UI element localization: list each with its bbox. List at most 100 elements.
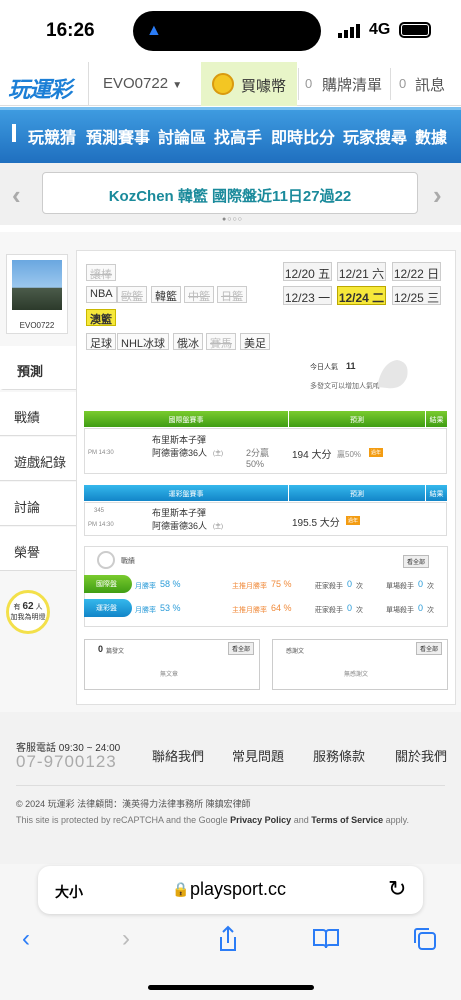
chip-american-football[interactable]: 美足 bbox=[240, 333, 270, 350]
tabs-icon[interactable] bbox=[412, 926, 438, 952]
lottery-team2: 阿德雷德36人 bbox=[152, 521, 208, 531]
followers-count: 62 bbox=[22, 601, 34, 612]
chip-tab[interactable]: 讓棒 bbox=[86, 264, 116, 281]
date-1220[interactable]: 12/20 五 bbox=[283, 262, 332, 281]
signal-icon bbox=[338, 24, 360, 38]
menu-item-livescore[interactable]: 即時比分 bbox=[271, 124, 335, 148]
stats-intl-zk-label: 莊家殺手 bbox=[315, 583, 343, 590]
tab-game-history[interactable]: 遊戲紀錄 bbox=[0, 437, 76, 481]
lottery-result-header: 結果 bbox=[426, 485, 447, 501]
intl-spread: 2分贏 bbox=[246, 448, 270, 458]
message-count: 0 bbox=[399, 76, 407, 91]
stats-intl-zk-unit: 次 bbox=[356, 583, 363, 590]
followers-prefix: 有 bbox=[13, 604, 21, 611]
date-1224[interactable]: 12/24 二 bbox=[337, 286, 386, 305]
share-icon[interactable] bbox=[216, 925, 240, 953]
prediction-panel bbox=[76, 250, 456, 705]
banner-text: KozChen 韓籃 國際盤近11日27過22 bbox=[108, 188, 352, 205]
date-1225[interactable]: 12/25 三 bbox=[392, 286, 441, 305]
carousel-dots: ●○○○ bbox=[222, 216, 243, 223]
url-text[interactable]: playsport.cc bbox=[190, 879, 286, 900]
menu-item-predict[interactable]: 預測賽事 bbox=[86, 124, 150, 148]
menu-item-player-search[interactable]: 玩家搜尋 bbox=[343, 124, 407, 148]
chevron-right-icon[interactable]: › bbox=[433, 180, 442, 211]
footer-link-contact[interactable]: 聯絡我們 bbox=[152, 746, 204, 765]
brand-list-link[interactable]: 購牌清單 bbox=[322, 74, 382, 95]
brand-count: 0 bbox=[305, 76, 313, 91]
thanks-label: 感謝文 bbox=[286, 649, 305, 655]
tab-honor[interactable]: 榮譽 bbox=[0, 527, 76, 571]
intl-tag: 過年 bbox=[369, 448, 384, 457]
site-logo[interactable]: 玩運彩 bbox=[8, 72, 72, 104]
chip-nba[interactable]: NBA bbox=[86, 286, 117, 303]
forward-icon[interactable]: › bbox=[122, 925, 130, 953]
tab-record[interactable]: 戰績 bbox=[0, 392, 76, 436]
chip-horse-racing[interactable]: 賽馬 bbox=[206, 333, 236, 350]
chip-korea-basketball[interactable]: 韓籃 bbox=[151, 286, 181, 303]
stats-intl-month-label: 月勝率 bbox=[135, 583, 156, 590]
footer-link-about[interactable]: 關於我們 bbox=[395, 746, 447, 765]
footer-link-terms[interactable]: 服務條款 bbox=[313, 746, 365, 765]
chip-euro-basketball[interactable]: 歐籃 bbox=[117, 286, 147, 303]
chip-china-basketball[interactable]: 中籃 bbox=[184, 286, 214, 303]
chip-nhl[interactable]: NHL冰球 bbox=[117, 333, 170, 350]
posts-see-all-button[interactable]: 看全部 bbox=[228, 642, 255, 655]
intl-home: (主) bbox=[213, 451, 223, 457]
recaptcha-text: This site is protected by reCAPTCHA and … bbox=[16, 815, 228, 825]
followers-badge[interactable]: 有 62 人 加我為明燈 bbox=[6, 590, 50, 634]
stats-intl-dc-unit: 次 bbox=[427, 583, 434, 590]
chip-russia-hockey[interactable]: 俄冰 bbox=[173, 333, 203, 350]
terms-link[interactable]: Terms of Service bbox=[311, 815, 383, 825]
chevron-left-icon[interactable]: ‹ bbox=[12, 180, 21, 211]
nav-divider bbox=[390, 68, 391, 100]
footer-link-faq[interactable]: 常見問題 bbox=[232, 746, 284, 765]
date-1221[interactable]: 12/21 六 bbox=[337, 262, 386, 281]
bookmarks-icon[interactable] bbox=[312, 928, 340, 950]
coin-icon bbox=[212, 73, 234, 95]
posts-label: 篇發文 bbox=[106, 649, 125, 655]
chip-australia-basketball[interactable]: 澳籃 bbox=[86, 309, 116, 326]
recaptcha-notice: This site is protected by reCAPTCHA and … bbox=[16, 815, 409, 825]
thanks-see-all-button[interactable]: 看全部 bbox=[416, 642, 443, 655]
intl-team2: 阿德雷德36人 bbox=[152, 448, 208, 458]
followers-suffix: 人 bbox=[35, 604, 43, 611]
tab-discussion[interactable]: 討論 bbox=[0, 482, 76, 526]
popularity-label: 今日人氣 bbox=[310, 364, 338, 371]
stats-intl-dc-value: 0 bbox=[418, 579, 424, 589]
lottery-tag: 過年 bbox=[346, 516, 361, 525]
chip-soccer[interactable]: 足球 bbox=[86, 333, 116, 350]
messages-link[interactable]: 訊息 bbox=[415, 74, 445, 95]
thanks-empty: 無感謝文 bbox=[344, 672, 369, 678]
stats-see-all-button[interactable]: 看全部 bbox=[403, 555, 430, 568]
stats-intl-dc-label: 單場殺手 bbox=[386, 583, 414, 590]
stats-intl-zk-value: 0 bbox=[347, 579, 353, 589]
lottery-prediction: 195.5 大分 bbox=[292, 518, 340, 529]
date-1223[interactable]: 12/23 一 bbox=[283, 286, 332, 305]
menu-item-forum[interactable]: 討論區 bbox=[158, 124, 206, 148]
user-dropdown[interactable]: EVO0722 ▼ bbox=[88, 62, 200, 106]
intl-pred-sub: 贏50% bbox=[337, 450, 362, 459]
back-icon[interactable]: ‹ bbox=[22, 925, 30, 953]
avatar bbox=[12, 260, 62, 310]
username: EVO0722 bbox=[103, 75, 169, 92]
chip-japan-basketball[interactable]: 日籃 bbox=[217, 286, 247, 303]
menu-item-experts[interactable]: 找高手 bbox=[214, 124, 262, 148]
privacy-link[interactable]: Privacy Policy bbox=[230, 815, 291, 825]
phone-number[interactable]: 07-9700123 bbox=[16, 752, 117, 772]
footer bbox=[0, 712, 461, 864]
menu-item-guess[interactable]: 玩競猜 bbox=[28, 124, 76, 148]
tab-predict[interactable]: 預測 bbox=[0, 346, 76, 390]
stats-intl-main-value: 75 % bbox=[271, 579, 292, 589]
stats-lottery-zk-label: 莊家殺手 bbox=[315, 607, 343, 614]
banner[interactable]: KozChen 韓籃 國際盤近11日27過22 bbox=[42, 172, 418, 214]
popularity-value: 11 bbox=[346, 361, 356, 371]
menu-item-data[interactable]: 數據 bbox=[415, 124, 447, 148]
stats-lottery-month-label: 月勝率 bbox=[135, 607, 156, 614]
followers-text: 加我為明燈 bbox=[10, 614, 46, 621]
lottery-pred-header: 預測 bbox=[289, 485, 425, 501]
text-size-button[interactable]: 大小 bbox=[55, 882, 83, 902]
intl-prediction: 194 大分 bbox=[292, 450, 332, 461]
profile-username: EVO0722 bbox=[19, 321, 55, 330]
date-1222[interactable]: 12/22 日 bbox=[392, 262, 441, 281]
reload-icon[interactable]: ↻ bbox=[388, 876, 406, 902]
